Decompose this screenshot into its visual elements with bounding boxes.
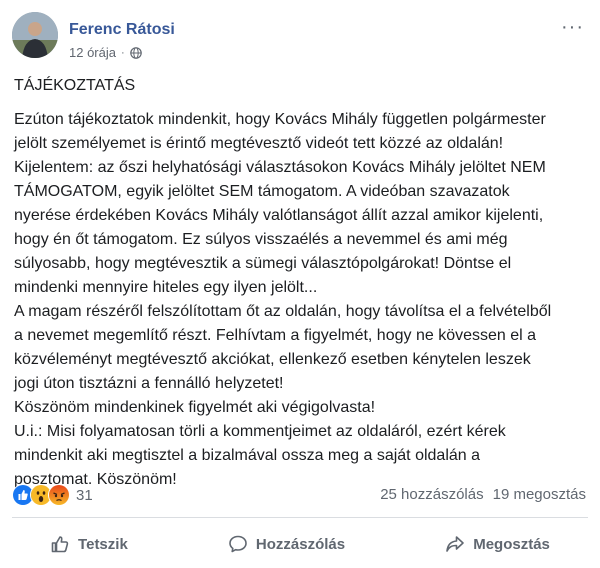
post-line: Ezúton tájékoztatok mindenkit, hogy Ková… [14, 111, 546, 128]
share-button[interactable]: Megosztás [445, 534, 550, 554]
action-bar: Tetszik Hozzászólás Megosztás [0, 522, 600, 566]
more-options-icon[interactable]: ··· [561, 16, 584, 39]
reactions-summary[interactable]: 31 [12, 484, 93, 506]
post-line: jogi úton tisztázni a fennálló helyzetet… [14, 375, 284, 392]
globe-icon [129, 46, 142, 59]
like-button-label: Tetszik [78, 535, 128, 553]
post-line: súlyosabb, hogy megtévesztik a sümegi vá… [14, 255, 512, 272]
post-content: TÁJÉKOZTATÁS Ezúton tájékoztatok mindenk… [14, 74, 594, 492]
post-line: U.i.: Misi folyamatosan törli a kommentj… [14, 423, 506, 440]
comment-count-link[interactable]: 25 hozzászólás [380, 486, 483, 503]
post-body: Ezúton tájékoztatok mindenkit, hogy Ková… [14, 108, 594, 492]
comment-button-label: Hozzászólás [255, 535, 346, 553]
share-arrow-icon [446, 536, 465, 552]
post-line: Köszönöm mindenkinek figyelmét aki végig… [14, 399, 376, 416]
share-count-link[interactable]: 19 megosztás [493, 486, 586, 503]
comment-button[interactable]: Hozzászólás [228, 534, 345, 554]
post-line: a nevemet megemlítő részt. Felhívtam a f… [14, 327, 537, 344]
post-line: jelölt személyemet is érintő megtévesztő… [14, 135, 504, 152]
reaction-count: 31 [76, 486, 93, 504]
post-time[interactable]: 12 órája [69, 45, 116, 60]
post-line: mindenki mennyire hiteles egy ilyen jelö… [14, 279, 318, 296]
post-line: Kijelentem: az őszi helyhatósági választ… [14, 159, 546, 176]
comment-bubble-icon [229, 535, 247, 553]
post-title: TÁJÉKOZTATÁS [14, 77, 136, 94]
thumbs-up-icon [51, 536, 69, 553]
like-button[interactable]: Tetszik [50, 534, 128, 554]
post-line: hogy én őt támogatom. Ez súlyos visszaél… [14, 231, 508, 248]
post-stats: 25 hozzászólás 19 megosztás [380, 486, 586, 503]
post-meta: 12 órája · [69, 45, 142, 60]
post-line: mindenkit aki megtisztel a bizalmával os… [14, 447, 481, 464]
post-line: nyerése érdekében Kovács Mihály valótlan… [14, 207, 544, 224]
separator-dot: · [120, 46, 125, 59]
angry-icon [48, 484, 70, 506]
post-line: TÁMOGATOM, egyik jelöltet SEM támogatom.… [14, 183, 510, 200]
author-name[interactable]: Ferenc Rátosi [69, 21, 175, 39]
divider [12, 517, 588, 518]
avatar[interactable] [12, 12, 58, 58]
post-header: Ferenc Rátosi 12 órája · ··· [12, 12, 600, 64]
post-line: közvéleményt megtévesztő akciókat, ellen… [14, 351, 531, 368]
post-line: A magam részéről felszólítottam őt az ol… [14, 303, 552, 320]
share-button-label: Megosztás [473, 535, 550, 553]
